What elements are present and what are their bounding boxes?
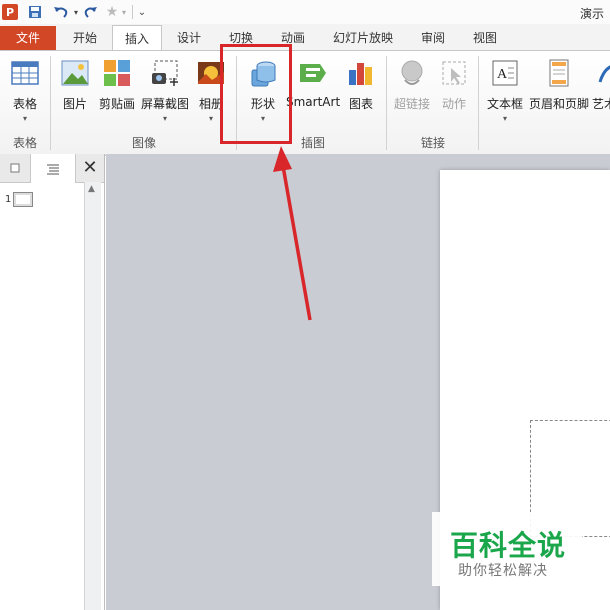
watermark-subtitle: 助你轻松解决 xyxy=(458,563,548,579)
watermark-title: 百科全说 xyxy=(450,529,567,562)
watermark: 百科全说 助你轻松解决 xyxy=(432,512,582,586)
